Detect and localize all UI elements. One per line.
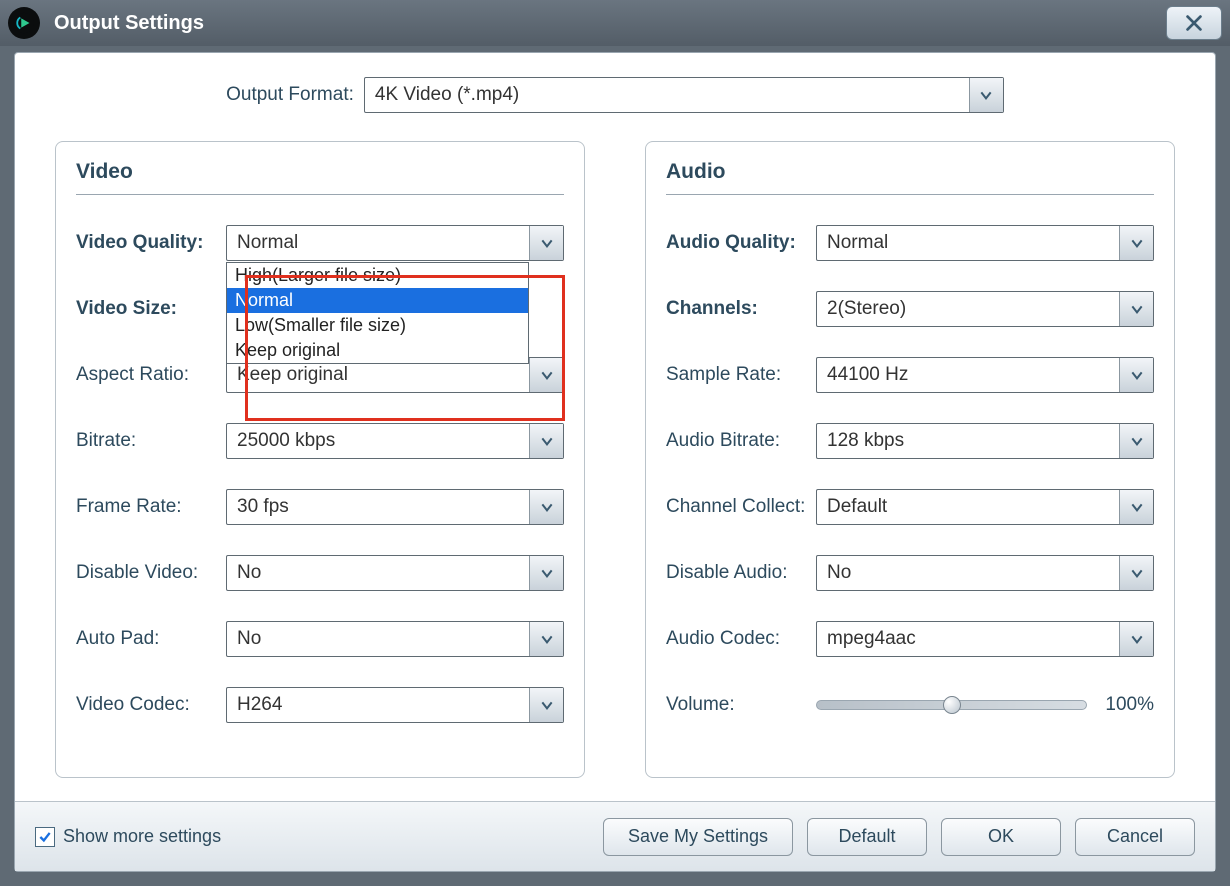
audio-codec-combo[interactable]: mpeg4aac — [816, 621, 1154, 657]
chevron-down-icon — [529, 424, 563, 458]
disable-video-value: No — [227, 556, 529, 590]
output-format-label: Output Format: — [226, 84, 354, 106]
auto-pad-combo[interactable]: No — [226, 621, 564, 657]
cancel-button[interactable]: Cancel — [1075, 818, 1195, 856]
audio-codec-value: mpeg4aac — [817, 622, 1119, 656]
audio-codec-label: Audio Codec: — [666, 628, 816, 650]
volume-label: Volume: — [666, 694, 816, 716]
audio-bitrate-value: 128 kbps — [817, 424, 1119, 458]
frame-rate-combo[interactable]: 30 fps — [226, 489, 564, 525]
save-my-settings-button[interactable]: Save My Settings — [603, 818, 793, 856]
sample-rate-combo[interactable]: 44100 Hz — [816, 357, 1154, 393]
video-codec-value: H264 — [227, 688, 529, 722]
audio-quality-value: Normal — [817, 226, 1119, 260]
chevron-down-icon — [529, 490, 563, 524]
sample-rate-label: Sample Rate: — [666, 364, 816, 386]
window-title: Output Settings — [54, 12, 204, 35]
video-codec-combo[interactable]: H264 — [226, 687, 564, 723]
frame-rate-value: 30 fps — [227, 490, 529, 524]
channels-label: Channels: — [666, 298, 816, 320]
disable-audio-combo[interactable]: No — [816, 555, 1154, 591]
audio-bitrate-label: Audio Bitrate: — [666, 430, 816, 452]
audio-group: Audio Audio Quality: Normal Channels: 2(… — [645, 141, 1175, 778]
chevron-down-icon — [529, 358, 563, 392]
show-more-label: Show more settings — [63, 826, 221, 847]
video-quality-value: Normal — [227, 226, 529, 260]
chevron-down-icon — [529, 226, 563, 260]
disable-audio-label: Disable Audio: — [666, 562, 816, 584]
channel-collect-combo[interactable]: Default — [816, 489, 1154, 525]
sample-rate-value: 44100 Hz — [817, 358, 1119, 392]
audio-quality-label: Audio Quality: — [666, 232, 816, 254]
output-format-value: 4K Video (*.mp4) — [365, 78, 969, 112]
default-button[interactable]: Default — [807, 818, 927, 856]
channels-combo[interactable]: 2(Stereo) — [816, 291, 1154, 327]
video-codec-label: Video Codec: — [76, 694, 226, 716]
app-logo-icon — [8, 7, 40, 39]
audio-bitrate-combo[interactable]: 128 kbps — [816, 423, 1154, 459]
audio-group-title: Audio — [666, 150, 1154, 195]
show-more-checkbox[interactable]: Show more settings — [35, 826, 221, 847]
video-quality-label: Video Quality: — [76, 232, 226, 254]
close-button[interactable] — [1166, 6, 1222, 40]
client-area: Output Format: 4K Video (*.mp4) Video Vi… — [14, 52, 1216, 872]
video-size-label: Video Size: — [76, 298, 226, 320]
volume-value: 100% — [1105, 694, 1154, 716]
chevron-down-icon — [1119, 292, 1153, 326]
frame-rate-label: Frame Rate: — [76, 496, 226, 518]
video-quality-dropdown[interactable]: High(Larger file size) Normal Low(Smalle… — [226, 262, 529, 364]
footer: Show more settings Save My Settings Defa… — [15, 801, 1215, 871]
disable-video-label: Disable Video: — [76, 562, 226, 584]
auto-pad-value: No — [227, 622, 529, 656]
dialog-window: Output Settings Output Format: 4K Video … — [0, 0, 1230, 886]
chevron-down-icon — [1119, 358, 1153, 392]
bitrate-label: Bitrate: — [76, 430, 226, 452]
video-quality-combo[interactable]: Normal — [226, 225, 564, 261]
chevron-down-icon — [1119, 226, 1153, 260]
chevron-down-icon — [1119, 556, 1153, 590]
bitrate-value: 25000 kbps — [227, 424, 529, 458]
volume-slider-thumb[interactable] — [943, 696, 961, 714]
video-quality-option[interactable]: Keep original — [227, 338, 528, 363]
channel-collect-label: Channel Collect: — [666, 496, 816, 518]
channel-collect-value: Default — [817, 490, 1119, 524]
output-format-combo[interactable]: 4K Video (*.mp4) — [364, 77, 1004, 113]
volume-slider[interactable] — [816, 700, 1087, 710]
auto-pad-label: Auto Pad: — [76, 628, 226, 650]
chevron-down-icon — [1119, 490, 1153, 524]
titlebar: Output Settings — [0, 0, 1230, 46]
channels-value: 2(Stereo) — [817, 292, 1119, 326]
chevron-down-icon — [529, 622, 563, 656]
video-quality-option[interactable]: Low(Smaller file size) — [227, 313, 528, 338]
video-quality-option[interactable]: Normal — [227, 288, 528, 313]
chevron-down-icon — [529, 556, 563, 590]
disable-video-combo[interactable]: No — [226, 555, 564, 591]
video-group: Video Video Quality: Normal High(Larger … — [55, 141, 585, 778]
audio-quality-combo[interactable]: Normal — [816, 225, 1154, 261]
chevron-down-icon — [1119, 622, 1153, 656]
disable-audio-value: No — [817, 556, 1119, 590]
chevron-down-icon — [969, 78, 1003, 112]
checkbox-icon — [35, 827, 55, 847]
chevron-down-icon — [1119, 424, 1153, 458]
video-group-title: Video — [76, 150, 564, 195]
video-quality-option[interactable]: High(Larger file size) — [227, 263, 528, 288]
chevron-down-icon — [529, 688, 563, 722]
aspect-ratio-label: Aspect Ratio: — [76, 364, 226, 386]
bitrate-combo[interactable]: 25000 kbps — [226, 423, 564, 459]
ok-button[interactable]: OK — [941, 818, 1061, 856]
